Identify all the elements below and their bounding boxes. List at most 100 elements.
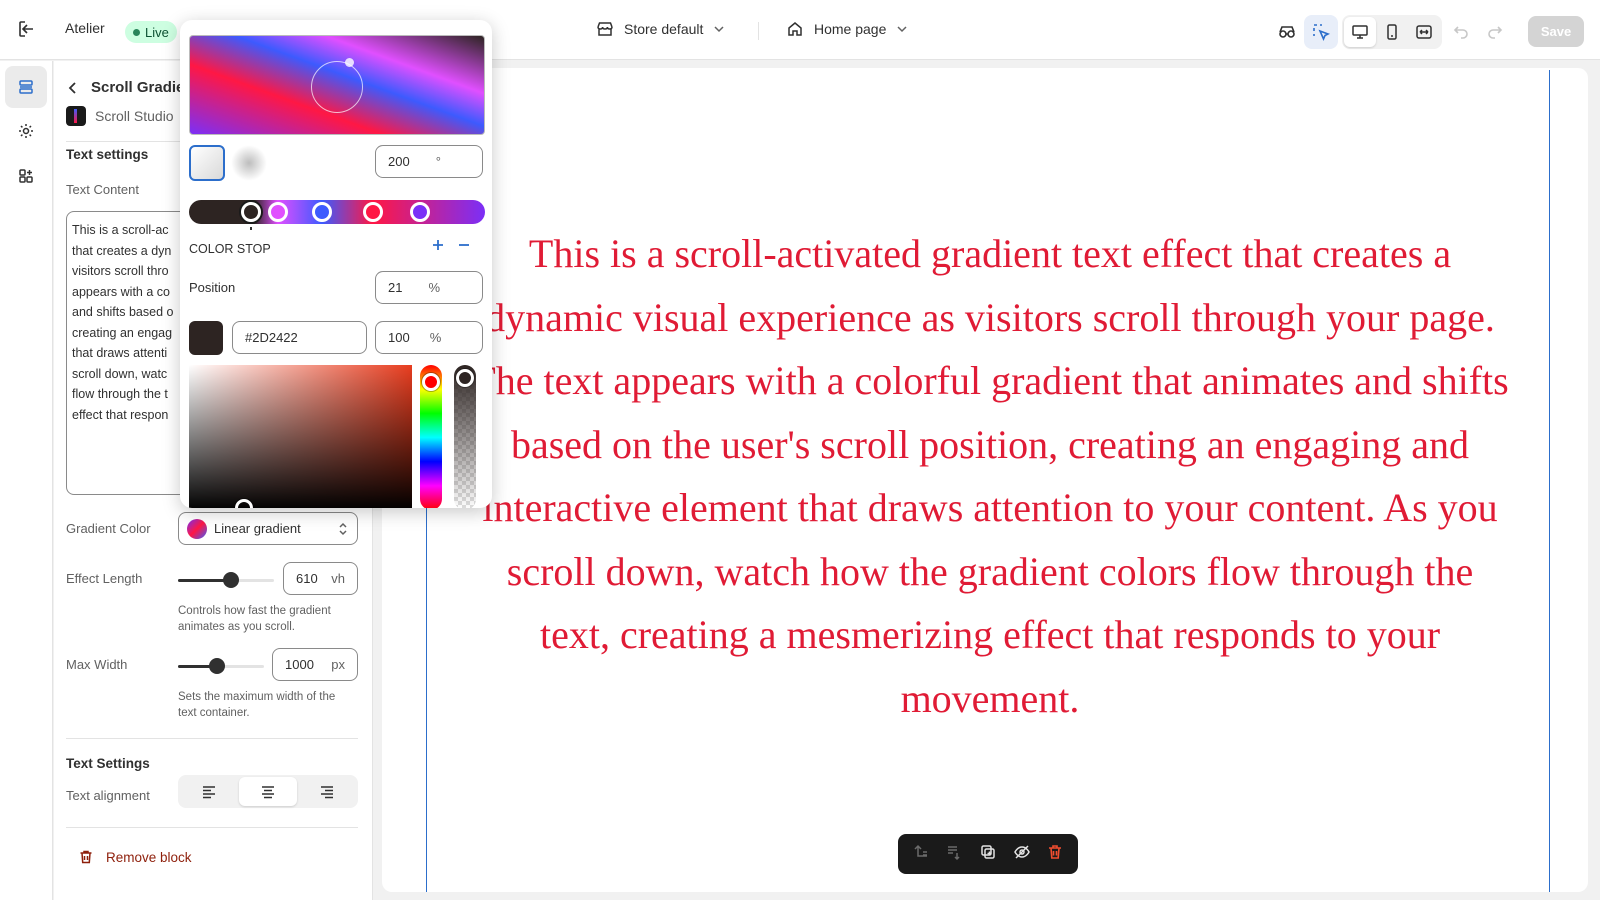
effect-length-unit: vh — [331, 571, 345, 586]
hue-slider[interactable] — [420, 365, 442, 508]
apps-icon — [19, 169, 33, 183]
store-selector-label: Store default — [624, 21, 704, 37]
gradient-color-select[interactable]: Linear gradient — [178, 512, 358, 545]
hex-input[interactable]: #2D2422 — [232, 321, 367, 354]
gradient-preview[interactable] — [189, 35, 485, 135]
color-stop-handle[interactable] — [312, 202, 333, 222]
align-center-icon — [262, 785, 274, 798]
gradient-text-block[interactable]: This is a scroll-activated gradient text… — [470, 222, 1510, 730]
settings-nav-button[interactable] — [5, 110, 47, 152]
home-icon — [788, 22, 802, 36]
app-name: Atelier — [65, 20, 105, 36]
section-heading: Text Settings — [66, 756, 150, 771]
chevron-down-icon — [714, 26, 724, 33]
color-stop-handle[interactable] — [241, 202, 262, 222]
effect-length-help: Controls how fast the gradient animates … — [178, 603, 331, 635]
page-selector[interactable]: Home page — [786, 20, 908, 38]
angle-value: 200 — [388, 154, 410, 169]
text-alignment-control — [178, 775, 358, 808]
align-left-icon — [203, 785, 216, 798]
left-rail — [0, 61, 53, 900]
gradient-stops-bar[interactable] — [189, 200, 485, 224]
selected-stop-marker — [250, 227, 253, 230]
desktop-icon — [1352, 25, 1368, 39]
align-right-button[interactable] — [297, 777, 356, 806]
gradient-picker-popover: 200 ° COLOR STOP Position 21 % #2D2422 1… — [180, 20, 492, 508]
undo-icon[interactable] — [1452, 22, 1470, 40]
angle-unit: ° — [435, 154, 441, 169]
mobile-view-button[interactable] — [1376, 17, 1408, 47]
preview-inspector-button[interactable] — [1270, 15, 1304, 49]
opacity-slider[interactable] — [454, 365, 476, 508]
position-unit: % — [428, 280, 441, 295]
position-input[interactable]: 21 % — [375, 271, 483, 304]
apps-nav-button[interactable] — [5, 155, 47, 197]
max-width-slider[interactable] — [178, 658, 264, 674]
max-width-label: Max Width — [66, 657, 128, 672]
remove-block-label: Remove block — [106, 849, 192, 865]
chevron-down-icon — [897, 26, 907, 33]
angle-dial[interactable] — [311, 61, 363, 113]
opacity-handle[interactable] — [456, 369, 474, 387]
page-selector-label: Home page — [814, 21, 887, 37]
angle-handle[interactable] — [345, 58, 354, 67]
align-left-button[interactable] — [180, 777, 239, 806]
status-text: Live — [145, 24, 169, 40]
saturation-value-picker[interactable] — [189, 365, 412, 508]
gear-icon — [19, 124, 33, 138]
move-up-icon[interactable] — [912, 843, 930, 866]
delete-icon[interactable] — [1046, 843, 1064, 866]
help-line: Controls how fast the gradient — [178, 605, 331, 617]
app-name-label: Scroll Studio — [95, 108, 174, 124]
color-stop-handle[interactable] — [267, 202, 288, 222]
back-icon[interactable] — [66, 81, 80, 100]
hide-icon[interactable] — [1013, 843, 1031, 866]
align-right-icon — [320, 785, 333, 798]
remove-stop-icon[interactable] — [457, 238, 471, 257]
move-down-icon[interactable] — [945, 843, 963, 866]
gradient-color-value: Linear gradient — [214, 521, 301, 536]
slider-handle[interactable] — [208, 658, 225, 674]
hue-handle[interactable] — [422, 373, 440, 391]
section-heading: Text settings — [66, 147, 149, 162]
max-width-unit: px — [331, 657, 345, 672]
position-value: 21 — [388, 280, 403, 295]
effect-length-input[interactable]: 610 vh — [283, 562, 358, 595]
live-dot-icon — [133, 28, 140, 36]
text-content-label: Text Content — [66, 182, 139, 197]
remove-block-button[interactable]: Remove block — [78, 849, 192, 865]
select-tool-button[interactable] — [1304, 15, 1338, 49]
exit-icon[interactable] — [16, 18, 38, 40]
linear-gradient-type-button[interactable] — [189, 145, 225, 181]
sections-icon — [19, 80, 33, 94]
slider-handle[interactable] — [222, 572, 239, 588]
redo-icon[interactable] — [1486, 22, 1504, 40]
angle-input[interactable]: 200 ° — [375, 145, 483, 178]
sections-nav-button[interactable] — [5, 66, 47, 108]
effect-length-slider[interactable] — [178, 572, 274, 588]
radial-gradient-type-button[interactable] — [231, 145, 267, 181]
mobile-icon — [1387, 24, 1397, 40]
store-selector[interactable]: Store default — [596, 20, 725, 38]
opacity-input[interactable]: 100 % — [375, 321, 483, 354]
trash-icon — [80, 850, 92, 864]
effect-length-label: Effect Length — [66, 571, 143, 586]
block-toolbar — [898, 834, 1078, 874]
store-icon — [597, 22, 613, 36]
color-stop-handle[interactable] — [409, 202, 430, 222]
help-line: animates as you scroll. — [178, 621, 295, 633]
divider — [758, 22, 759, 40]
gradient-color-label: Gradient Color — [66, 521, 151, 536]
color-picker-handle[interactable] — [235, 499, 253, 508]
add-stop-icon[interactable] — [431, 238, 445, 257]
desktop-view-button[interactable] — [1344, 17, 1376, 47]
align-center-button[interactable] — [238, 777, 298, 806]
duplicate-icon[interactable] — [979, 843, 997, 866]
device-switcher — [1342, 15, 1442, 49]
stop-color-swatch[interactable] — [189, 321, 223, 355]
divider — [66, 738, 358, 739]
max-width-input[interactable]: 1000 px — [272, 648, 358, 681]
fullwidth-view-button[interactable] — [1408, 17, 1440, 47]
color-stop-handle[interactable] — [362, 202, 383, 222]
save-button[interactable]: Save — [1528, 16, 1584, 47]
